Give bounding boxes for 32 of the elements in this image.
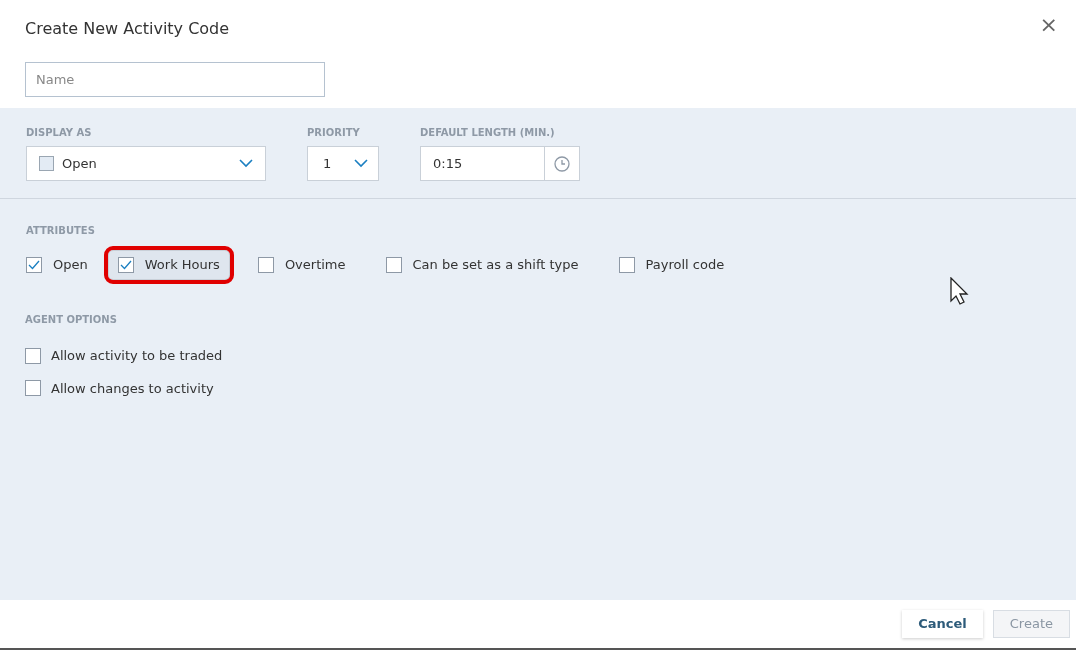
clock-icon [554, 155, 570, 172]
checkbox-label: Payroll code [645, 256, 725, 275]
field-label: DEFAULT LENGTH (MIN.) [420, 126, 556, 140]
name-field[interactable]: Name [25, 62, 325, 97]
chevron-down-icon [354, 159, 368, 168]
dialog-title: Create New Activity Code [25, 18, 230, 40]
checkbox-label: Allow activity to be traded [51, 347, 223, 365]
length-field[interactable]: 0:15 [420, 146, 545, 181]
field-label: DISPLAY AS [26, 126, 93, 140]
color-swatch [39, 156, 54, 171]
checkbox[interactable] [385, 257, 402, 273]
checkbox-label: Overtime [284, 256, 346, 275]
section-label: AGENT OPTIONS [25, 313, 118, 327]
chevron-down-icon [239, 159, 253, 168]
checkbox[interactable] [618, 257, 635, 273]
section-label: ATTRIBUTES [26, 224, 96, 238]
checkbox[interactable] [25, 347, 41, 364]
checkbox-label: Can be set as a shift type [412, 256, 579, 275]
field-label: PRIORITY [307, 126, 361, 140]
display-as-dropdown[interactable]: Open [26, 146, 266, 181]
checkbox-label: Work Hours [144, 256, 220, 275]
checkbox[interactable] [257, 257, 274, 273]
checkbox[interactable] [26, 257, 42, 273]
checkbox-label: Allow changes to activity [51, 379, 214, 398]
checkbox[interactable] [25, 380, 41, 397]
close-button[interactable]: × [1039, 14, 1058, 36]
checkbox-label: Open [53, 256, 88, 275]
checkbox[interactable] [117, 257, 134, 273]
priority-dropdown[interactable]: 1 [307, 146, 379, 181]
dialog-button[interactable]: Cancel [902, 610, 983, 638]
clock-button[interactable] [545, 146, 580, 181]
mouse-cursor-icon [950, 277, 970, 305]
